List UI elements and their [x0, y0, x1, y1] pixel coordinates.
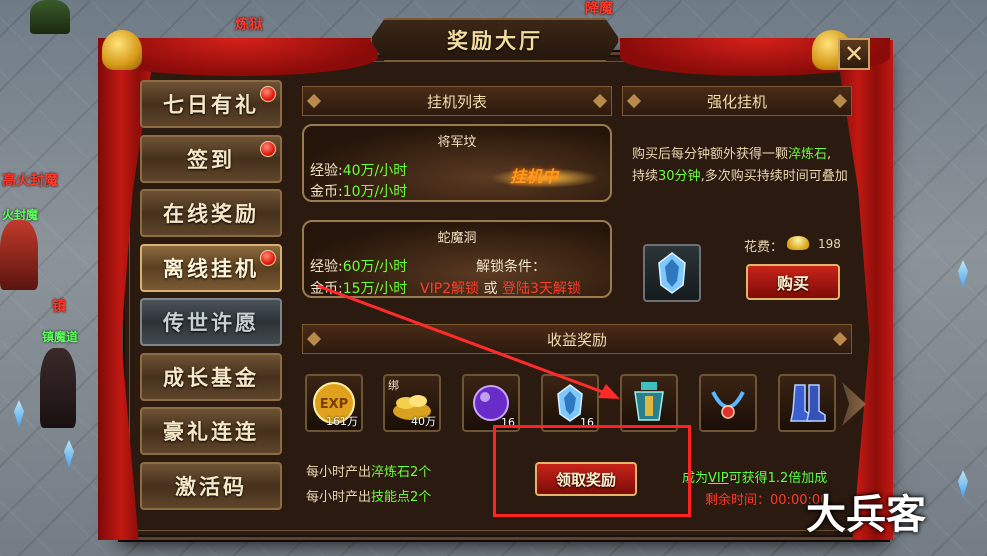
idle-list-header: 挂机列表 — [302, 86, 612, 116]
sidebar-item-label: 签到 — [187, 147, 235, 172]
boots-icon — [790, 384, 826, 422]
unlock-condition-label: 解锁条件： — [476, 259, 546, 275]
sidebar-item-label: 豪礼连连 — [163, 420, 259, 444]
idle-map-title: 蛇魔洞 — [437, 231, 477, 246]
sidebar-item-label: 在线奖励 — [163, 202, 259, 226]
boost-description: 购买后每分钟额外获得一颗淬炼石, 持续30分钟,多次购买持续时间可叠加 — [632, 147, 848, 184]
notification-dot — [260, 249, 276, 266]
vip-link[interactable]: VIP — [708, 471, 729, 486]
bg-npc-label-6: 镇 — [52, 299, 66, 315]
annotation-highlight-box — [493, 425, 691, 517]
idle-map-card-snake-cave[interactable]: 蛇魔洞 经验:60万/小时 金币:15万/小时 解锁条件： VIP2解锁 或 登… — [302, 220, 612, 298]
unlock-condition-detail: VIP2解锁 或 登陆3天解锁 — [420, 281, 581, 297]
crystal-icon — [958, 260, 968, 288]
watermark: 大兵客 — [806, 492, 926, 538]
idle-status-label: 挂机中 — [510, 167, 559, 186]
crystal-icon — [14, 400, 24, 428]
npc-figure[interactable] — [40, 348, 76, 428]
sidebar-item-activation-code[interactable]: 激活码 — [140, 461, 282, 510]
reward-count: 40万 — [411, 415, 436, 428]
exp-rate: 经验:40万/小时 — [310, 163, 408, 179]
npc-figure[interactable] — [30, 0, 70, 34]
reward-slot-gold[interactable]: 绑 40万 — [383, 374, 441, 432]
reward-count: 161万 — [326, 415, 358, 428]
sidebar-item-sign-in[interactable]: 签到 — [140, 134, 282, 183]
reward-slot-blue-stone[interactable]: 16 — [541, 374, 599, 432]
blue-stone-icon — [658, 252, 686, 294]
bg-npc-label-2: 降魔 — [585, 1, 613, 17]
bg-npc-label-1: 炼狱 — [235, 17, 263, 33]
bg-npc-label-3: 高火封魔 — [2, 173, 58, 189]
sidebar-item-label: 成长基金 — [163, 365, 259, 390]
necklace-icon — [711, 391, 745, 419]
gold-ingot-icon — [787, 236, 809, 250]
sidebar-item-wish[interactable]: 传世许愿 — [140, 298, 282, 346]
armor-icon — [634, 382, 664, 421]
sidebar-item-gift-pack[interactable]: 豪礼连连 — [140, 407, 282, 455]
hourly-output-line-1: 每小时产出淬炼石2个 — [306, 465, 432, 480]
crystal-icon — [958, 470, 968, 498]
bg-npc-label-4: 火封魔 — [2, 208, 39, 222]
sidebar-item-label: 传世许愿 — [163, 311, 259, 335]
sidebar-menu: 七日有礼 签到 在线奖励 离线挂机 传世许愿 成长基金 豪礼连连 激活码 — [140, 80, 282, 516]
notification-dot — [260, 86, 276, 102]
sidebar-item-growth-fund[interactable]: 成长基金 — [140, 352, 282, 401]
reward-slot-exp[interactable]: EXP 161万 — [305, 374, 363, 432]
idle-map-card-general-tomb[interactable]: 将军坟 经验:40万/小时 金币:10万/小时 — [302, 124, 612, 202]
hourly-output-line-2: 每小时产出技能点2个 — [306, 490, 432, 505]
sidebar-item-online-reward[interactable]: 在线奖励 — [140, 189, 282, 237]
crystal-icon — [64, 440, 74, 468]
cost-label: 花费： — [744, 240, 784, 255]
sidebar-item-label: 离线挂机 — [163, 256, 259, 281]
npc-figure[interactable] — [0, 220, 38, 290]
bell-icon — [102, 30, 142, 70]
idle-map-title: 将军坟 — [437, 135, 477, 150]
reward-slot-necklace[interactable] — [699, 374, 757, 432]
gold-rate: 金币:10万/小时 — [310, 184, 408, 200]
gold-rate: 金币:15万/小时 — [310, 281, 408, 297]
notification-dot — [260, 140, 276, 157]
buy-button[interactable]: 购买 — [746, 264, 840, 300]
reward-slot-boots[interactable] — [778, 374, 836, 432]
rewards-header: 收益奖励 — [302, 324, 852, 354]
boost-idle-header: 强化挂机 — [622, 86, 852, 116]
sidebar-item-label: 七日有礼 — [163, 93, 259, 117]
sidebar-item-label: 激活码 — [175, 474, 247, 499]
svg-text:EXP: EXP — [320, 397, 348, 412]
cost-value: 198 — [818, 237, 841, 251]
exp-rate: 经验:60万/小时 — [310, 259, 408, 275]
sidebar-item-offline-idle[interactable]: 离线挂机 — [140, 243, 282, 292]
bg-npc-label-5: 镇魔道 — [42, 330, 79, 344]
sidebar-item-seven-day[interactable]: 七日有礼 — [140, 80, 282, 128]
close-button[interactable]: ✕ — [838, 38, 870, 70]
reward-slot-purple-orb[interactable]: 16 — [462, 374, 520, 432]
boost-item-slot[interactable] — [643, 244, 701, 302]
window-title: 奖励大厅 — [370, 18, 620, 62]
reward-slot-armor[interactable] — [620, 374, 678, 432]
close-icon: ✕ — [843, 40, 865, 68]
